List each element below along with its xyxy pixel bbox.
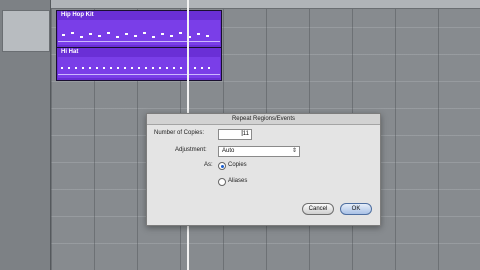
copies-label: Number of Copies: xyxy=(154,130,205,136)
adjustment-label: Adjustment: xyxy=(175,147,207,153)
copies-value: 11 xyxy=(242,131,249,137)
ok-button[interactable]: OK xyxy=(340,203,372,215)
midi-notes xyxy=(58,57,220,78)
track-header-column xyxy=(0,0,51,270)
as-label: As: xyxy=(204,162,213,168)
radio-aliases[interactable] xyxy=(218,178,226,186)
region-name: Hi Hat xyxy=(61,49,79,55)
text-cursor-icon: I xyxy=(241,129,244,138)
radio-aliases-label: Aliases xyxy=(228,178,248,184)
repeat-regions-dialog: Repeat Regions/Events Number of Copies: … xyxy=(146,113,381,226)
track-header-selected[interactable] xyxy=(2,10,50,52)
region-hi-hat[interactable]: Hi Hat xyxy=(56,47,222,81)
midi-notes xyxy=(58,20,220,45)
region-name: Hip Hop Kit xyxy=(61,12,94,18)
radio-copies-label: Copies xyxy=(228,162,247,168)
cancel-button[interactable]: Cancel xyxy=(302,203,334,215)
bar-ruler[interactable] xyxy=(51,0,480,9)
adjustment-value: Auto xyxy=(222,148,235,154)
chevron-updown-icon: ⇕ xyxy=(291,148,297,154)
radio-copies[interactable] xyxy=(218,162,226,170)
dialog-title: Repeat Regions/Events xyxy=(147,114,380,125)
region-hip-hop-kit[interactable]: Hip Hop Kit xyxy=(56,10,222,48)
adjustment-select[interactable]: Auto ⇕ xyxy=(218,146,300,157)
copies-field[interactable]: 11 xyxy=(218,129,252,140)
